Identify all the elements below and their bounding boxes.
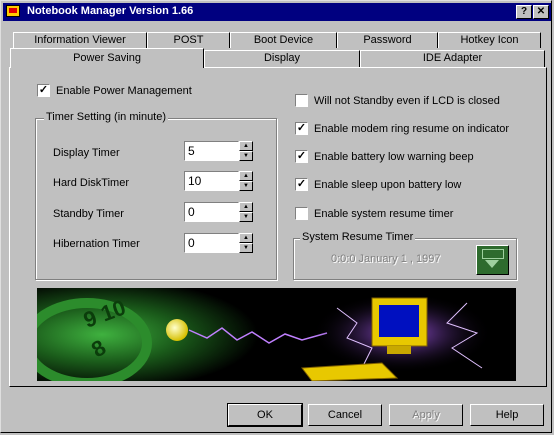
- checkbox-label: Enable Power Management: [56, 84, 192, 97]
- standby-timer-input[interactable]: 0: [184, 202, 239, 222]
- help-button[interactable]: Help: [470, 404, 544, 426]
- cancel-button[interactable]: Cancel: [308, 404, 382, 426]
- checkbox-label: Enable system resume timer: [314, 207, 454, 220]
- arrow-down-icon: [485, 260, 499, 268]
- apply-button[interactable]: Apply: [389, 404, 463, 426]
- tab-ide-adapter[interactable]: IDE Adapter: [360, 50, 545, 67]
- hibernation-timer-label: Hibernation Timer: [53, 238, 140, 250]
- checkbox-box[interactable]: ✓: [37, 84, 50, 97]
- timer-setting-group-label: Timer Setting (in minute): [44, 111, 169, 123]
- spin-up-button[interactable]: ▲: [239, 233, 253, 243]
- hard-disk-timer-spinner[interactable]: 10 ▲ ▼: [184, 171, 253, 191]
- standby-timer-spinner[interactable]: 0 ▲ ▼: [184, 202, 253, 222]
- tab-information-viewer[interactable]: Information Viewer: [13, 32, 147, 48]
- system-resume-timer-group-label: System Resume Timer: [300, 231, 416, 243]
- spin-down-button[interactable]: ▼: [239, 212, 253, 222]
- hard-disk-timer-label: Hard DiskTimer: [53, 177, 129, 189]
- window-title: Notebook Manager Version 1.66: [27, 5, 194, 17]
- checkbox-box[interactable]: ✓: [295, 178, 308, 191]
- title-bar[interactable]: Notebook Manager Version 1.66 ? ✕: [3, 3, 551, 21]
- checkbox-box[interactable]: [295, 207, 308, 220]
- display-timer-input[interactable]: 5: [184, 141, 239, 161]
- standby-timer-label: Standby Timer: [53, 208, 124, 220]
- tab-boot-device[interactable]: Boot Device: [230, 32, 337, 48]
- checkbox-label: Enable sleep upon battery low: [314, 178, 462, 191]
- system-resume-timer-checkbox[interactable]: Enable system resume timer: [295, 207, 453, 220]
- hard-disk-timer-input[interactable]: 10: [184, 171, 239, 191]
- calendar-icon: [482, 249, 504, 259]
- tab-hotkey-icon[interactable]: Hotkey Icon: [438, 32, 541, 48]
- battery-low-beep-checkbox[interactable]: ✓ Enable battery low warning beep: [295, 150, 474, 163]
- spin-up-button[interactable]: ▲: [239, 202, 253, 212]
- spin-up-button[interactable]: ▲: [239, 141, 253, 151]
- app-icon: [6, 5, 20, 17]
- spin-down-button[interactable]: ▼: [239, 243, 253, 253]
- enable-power-management-checkbox[interactable]: ✓ Enable Power Management: [37, 84, 192, 97]
- spin-up-button[interactable]: ▲: [239, 171, 253, 181]
- resume-timer-set-button[interactable]: [476, 245, 509, 275]
- hibernation-timer-spinner[interactable]: 0 ▲ ▼: [184, 233, 253, 253]
- checkbox-box[interactable]: ✓: [295, 150, 308, 163]
- tab-display[interactable]: Display: [204, 50, 360, 67]
- display-timer-spinner[interactable]: 5 ▲ ▼: [184, 141, 253, 161]
- main-window: Notebook Manager Version 1.66 ? ✕ Inform…: [0, 0, 552, 433]
- resume-timer-value: 0:0:0 January 1 , 1997: [331, 253, 441, 265]
- display-timer-label: Display Timer: [53, 147, 120, 159]
- ok-button[interactable]: OK: [227, 403, 303, 427]
- close-title-button[interactable]: ✕: [533, 5, 549, 19]
- checkbox-label: Enable modem ring resume on indicator: [314, 122, 510, 135]
- checkbox-box[interactable]: [295, 94, 308, 107]
- spin-down-button[interactable]: ▼: [239, 181, 253, 191]
- tab-password[interactable]: Password: [337, 32, 438, 48]
- tab-post[interactable]: POST: [147, 32, 230, 48]
- no-standby-lcd-closed-checkbox[interactable]: Will not Standby even if LCD is closed: [295, 94, 500, 107]
- checkbox-label: Will not Standby even if LCD is closed: [314, 94, 500, 107]
- tab-power-saving[interactable]: Power Saving: [10, 48, 204, 68]
- power-saving-banner-image: 9 10 8: [37, 288, 516, 381]
- checkbox-label: Enable battery low warning beep: [314, 150, 474, 163]
- spin-down-button[interactable]: ▼: [239, 151, 253, 161]
- modem-ring-resume-checkbox[interactable]: ✓ Enable modem ring resume on indicator: [295, 122, 509, 135]
- checkbox-box[interactable]: ✓: [295, 122, 308, 135]
- help-title-button[interactable]: ?: [516, 5, 532, 19]
- sleep-battery-low-checkbox[interactable]: ✓ Enable sleep upon battery low: [295, 178, 461, 191]
- hibernation-timer-input[interactable]: 0: [184, 233, 239, 253]
